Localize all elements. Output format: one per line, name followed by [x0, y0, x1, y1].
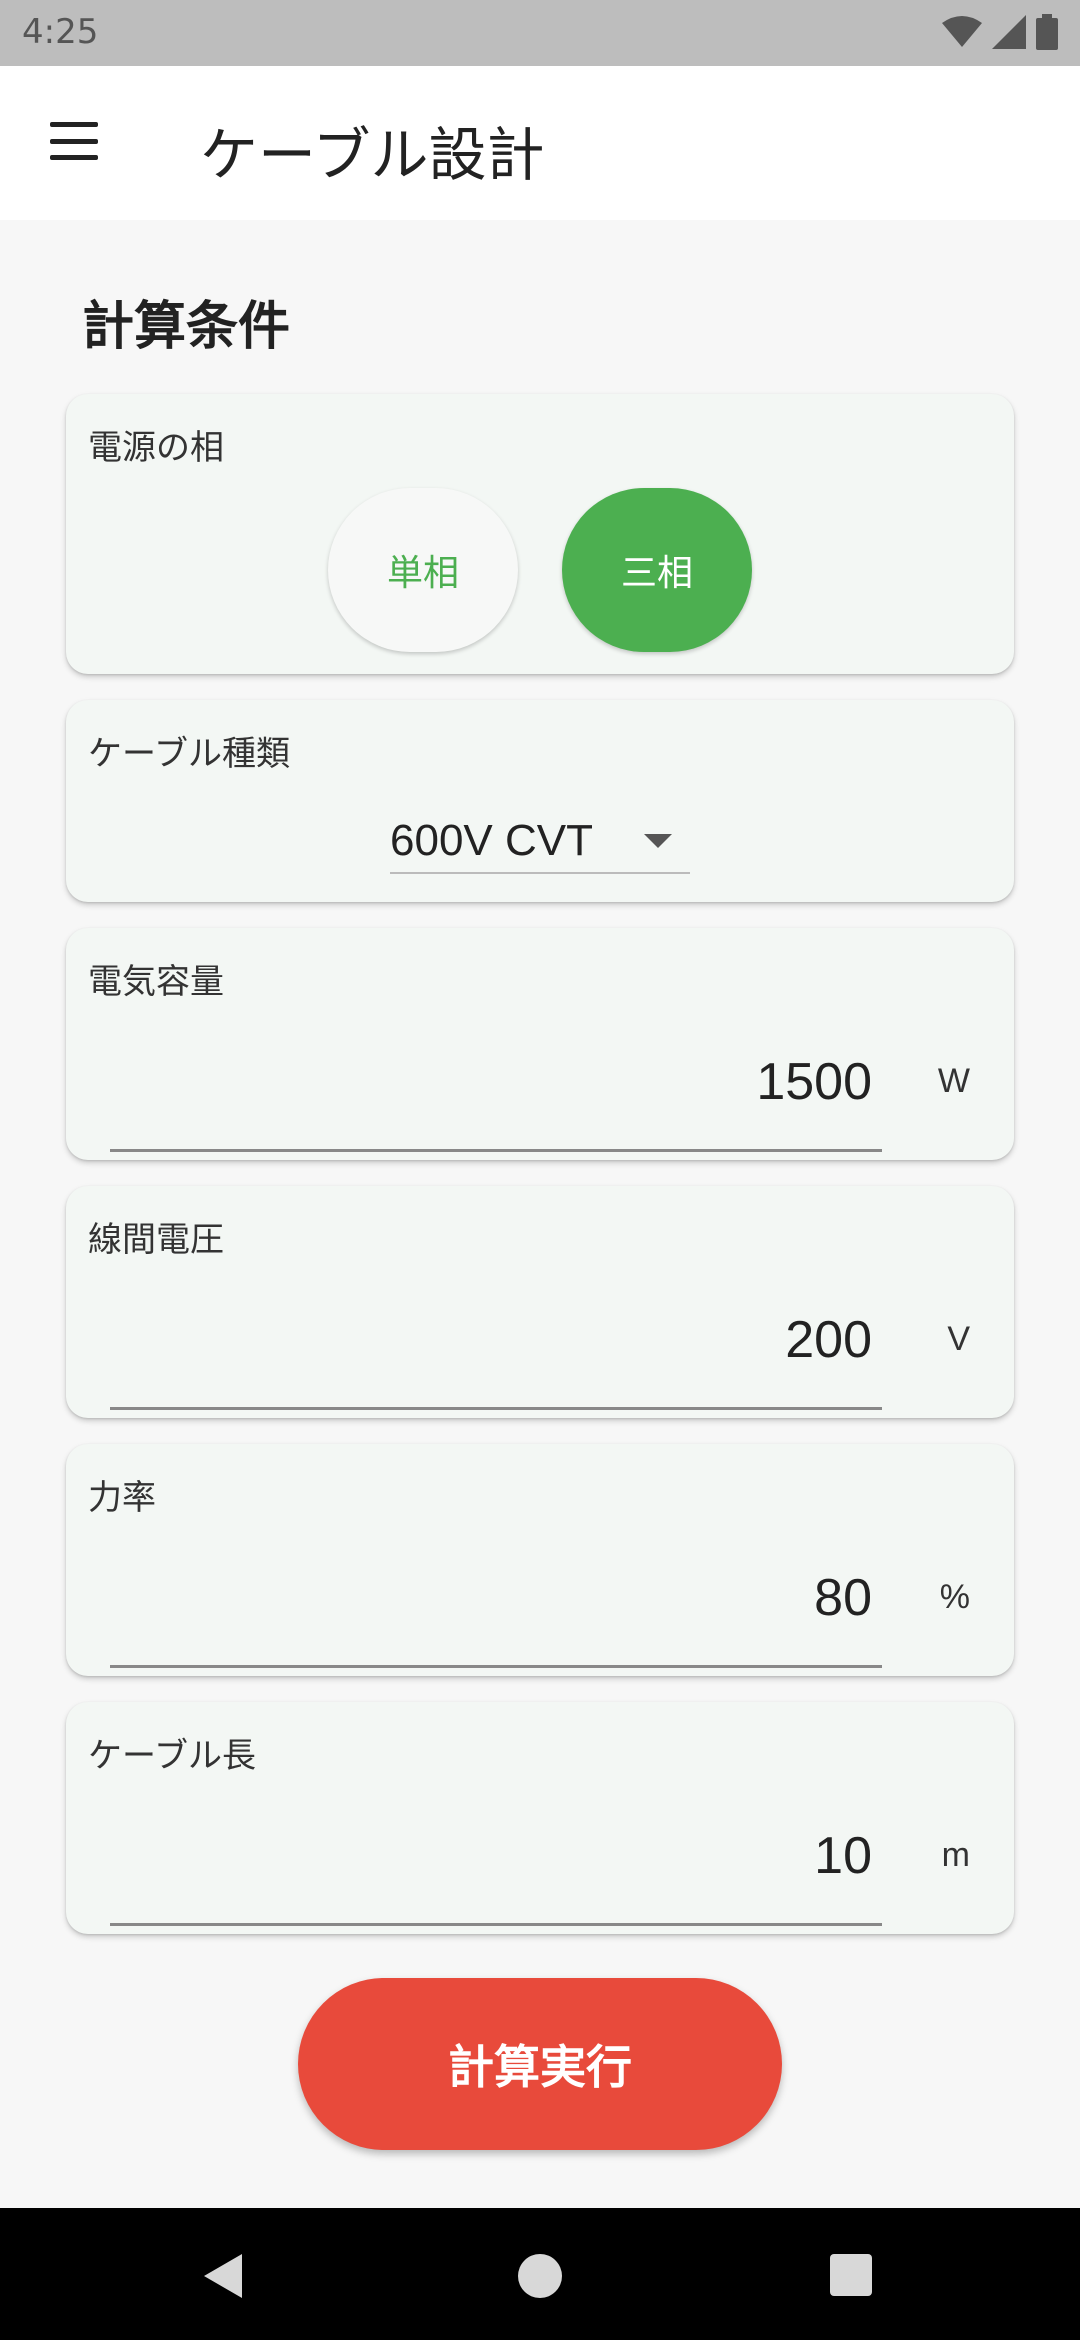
cable-type-value: 600V CVT — [390, 816, 593, 865]
status-time: 4:25 — [22, 12, 99, 52]
voltage-unit: V — [947, 1320, 970, 1358]
phase-card: 電源の相 単相 三相 — [66, 394, 1014, 674]
section-title: 計算条件 — [82, 297, 291, 357]
navigation-bar — [0, 2208, 1080, 2340]
app-bar: ケーブル設計 — [0, 66, 1080, 220]
cable-length-unit: m — [941, 1836, 970, 1874]
cellular-signal-icon — [992, 15, 1026, 49]
back-icon[interactable] — [204, 2254, 242, 2298]
cable-length-input[interactable]: 10 — [814, 1826, 872, 1886]
power-factor-input[interactable]: 80 — [814, 1568, 872, 1628]
voltage-label: 線間電圧 — [88, 1220, 224, 1260]
capacity-underline — [110, 1149, 882, 1152]
cable-length-underline — [110, 1923, 882, 1926]
power-factor-unit: % — [939, 1578, 970, 1616]
calculate-button[interactable]: 計算実行 — [298, 1978, 782, 2150]
page-title: ケーブル設計 — [200, 121, 545, 189]
capacity-card: 電気容量 1500 W — [66, 928, 1014, 1160]
wifi-icon — [942, 16, 982, 47]
cable-type-card: ケーブル種類 600V CVT — [66, 700, 1014, 902]
power-factor-label: 力率 — [88, 1478, 156, 1518]
status-bar: 4:25 — [0, 0, 1080, 66]
single-phase-button[interactable]: 単相 — [328, 488, 518, 652]
capacity-input[interactable]: 1500 — [756, 1052, 872, 1112]
cable-length-card: ケーブル長 10 m — [66, 1702, 1014, 1934]
three-phase-button[interactable]: 三相 — [562, 488, 752, 652]
battery-icon — [1036, 14, 1058, 50]
voltage-card: 線間電圧 200 V — [66, 1186, 1014, 1418]
phase-label: 電源の相 — [88, 428, 224, 468]
capacity-unit: W — [937, 1062, 970, 1100]
voltage-underline — [110, 1407, 882, 1410]
capacity-label: 電気容量 — [88, 962, 224, 1002]
power-factor-card: 力率 80 % — [66, 1444, 1014, 1676]
voltage-input[interactable]: 200 — [785, 1310, 872, 1370]
cable-type-label: ケーブル種類 — [88, 734, 290, 774]
cable-length-label: ケーブル長 — [88, 1736, 256, 1776]
menu-icon[interactable] — [44, 116, 104, 166]
status-icons — [942, 14, 1058, 50]
power-factor-underline — [110, 1665, 882, 1668]
dropdown-arrow-icon — [644, 834, 672, 848]
home-icon[interactable] — [518, 2254, 562, 2298]
recent-apps-icon[interactable] — [830, 2254, 872, 2296]
cable-type-dropdown[interactable]: 600V CVT — [390, 808, 690, 874]
